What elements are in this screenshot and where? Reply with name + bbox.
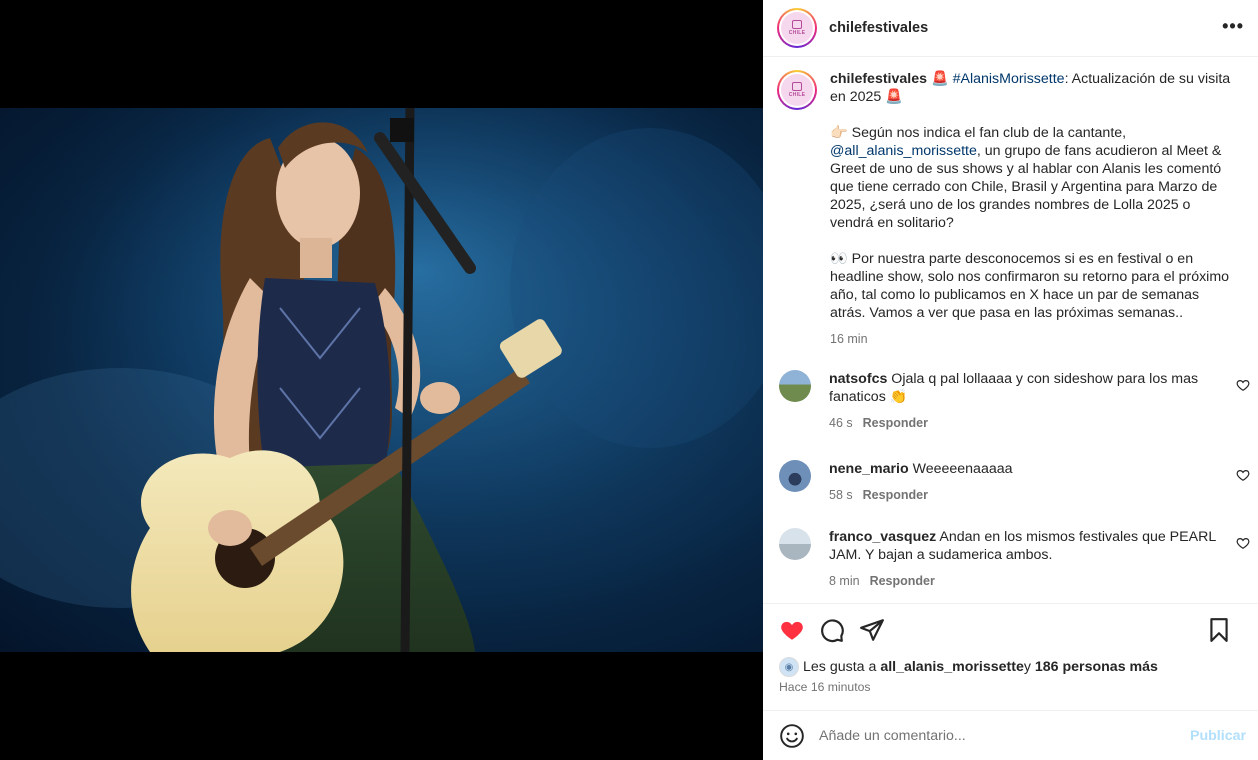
logo-icon	[792, 82, 802, 91]
likes-summary: ◉ Les gusta a all_alanis_morissette y 18…	[763, 656, 1258, 678]
heart-outline-icon[interactable]	[1236, 378, 1250, 392]
pointing-emoji: 👉🏻	[830, 125, 848, 141]
comment-username[interactable]: nene_mario	[829, 461, 909, 477]
comment-avatar[interactable]	[779, 370, 811, 402]
more-options-icon[interactable]: •••	[1222, 17, 1244, 35]
hashtag-link[interactable]: #AlanisMorissette	[953, 71, 1065, 87]
emoji-icon[interactable]	[779, 723, 805, 749]
caption-p3: Por nuestra parte desconocemos si es en …	[830, 251, 1230, 321]
heart-icon[interactable]	[779, 617, 805, 643]
header-username[interactable]: chilefestivales	[829, 20, 928, 36]
bookmark-icon[interactable]	[1206, 617, 1232, 643]
comment: natsofcs Ojala q pal lollaaaa y con side…	[763, 370, 1258, 432]
comment-avatar[interactable]	[779, 460, 811, 492]
caption-text: chilefestivales 🚨 #AlanisMorissette: Act…	[830, 70, 1232, 348]
reply-button[interactable]: Responder	[863, 416, 928, 430]
likes-middle: y	[1023, 659, 1031, 675]
likes-others[interactable]: 186 personas más	[1035, 659, 1158, 675]
comment-time[interactable]: 8 min	[829, 574, 860, 588]
post-actions: ◉ Les gusta a all_alanis_morissette y 18…	[763, 603, 1258, 710]
heart-outline-icon[interactable]	[1236, 468, 1250, 482]
caption-username[interactable]: chilefestivales	[830, 71, 927, 87]
comment: nene_mario Weeeeenaaaaa 58 s Responder	[763, 460, 1258, 504]
comment-text: Weeeeenaaaaa	[908, 461, 1013, 477]
alarm-emoji: 🚨	[930, 71, 949, 87]
logo-icon	[792, 20, 802, 29]
caption-p2-pre: Según nos indica el fan club de la canta…	[847, 125, 1127, 141]
logo-text: CHILE	[788, 30, 806, 36]
caption: CHILE chilefestivales 🚨 #AlanisMorissett…	[763, 58, 1258, 348]
comment-username[interactable]: natsofcs	[829, 371, 887, 387]
logo-text: CHILE	[788, 92, 806, 98]
caption-avatar[interactable]: CHILE	[777, 70, 817, 110]
reply-button[interactable]: Responder	[870, 574, 935, 588]
post-panel: CHILE chilefestivales ••• CHILE chilefes…	[763, 0, 1258, 760]
post-time[interactable]: Hace 16 minutos	[763, 680, 1258, 694]
action-bar	[763, 604, 1258, 656]
comment-composer: Publicar	[763, 710, 1258, 760]
post-media	[0, 0, 763, 760]
concert-photo-illustration	[0, 108, 763, 652]
comment-username[interactable]: franco_vasquez	[829, 529, 936, 545]
alarm-emoji-end: 🚨	[885, 89, 903, 105]
post-photo[interactable]	[0, 108, 763, 652]
caption-time[interactable]: 16 min	[830, 330, 1232, 348]
comment: franco_vasquez Andan en los mismos festi…	[763, 528, 1258, 590]
heart-outline-icon[interactable]	[1236, 536, 1250, 550]
likes-prefix: Les gusta a	[803, 659, 877, 675]
comment-icon[interactable]	[819, 617, 845, 643]
mention-link[interactable]: @all_alanis_morissette	[830, 143, 977, 159]
comment-time[interactable]: 46 s	[829, 416, 853, 430]
share-icon[interactable]	[859, 617, 885, 643]
reply-button[interactable]: Responder	[863, 488, 928, 502]
eyes-emoji: 👀	[830, 251, 848, 267]
liker-username[interactable]: all_alanis_morissette	[880, 659, 1024, 675]
post-header: CHILE chilefestivales •••	[763, 0, 1258, 57]
comment-input[interactable]	[819, 727, 1179, 744]
liker-avatar[interactable]: ◉	[779, 657, 799, 677]
comment-avatar[interactable]	[779, 528, 811, 560]
publish-button[interactable]: Publicar	[1190, 728, 1246, 744]
comment-time[interactable]: 58 s	[829, 488, 853, 502]
profile-avatar[interactable]: CHILE	[777, 8, 817, 48]
comments-scroll[interactable]: CHILE chilefestivales 🚨 #AlanisMorissett…	[763, 58, 1258, 603]
